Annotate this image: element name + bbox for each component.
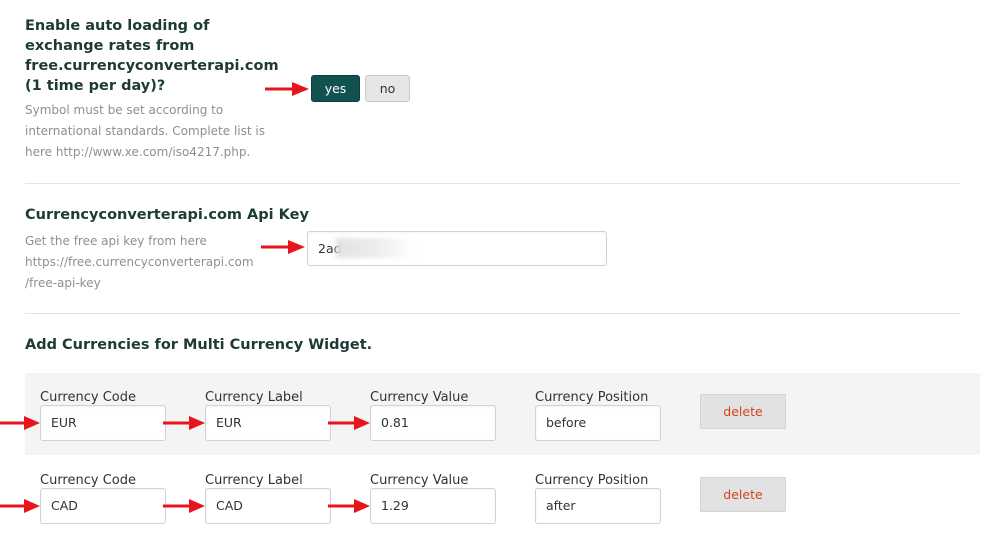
currency-code-value: CAD [51, 498, 78, 513]
delete-button[interactable]: delete [700, 477, 786, 512]
arrow-icon [163, 416, 205, 430]
section-divider [25, 313, 960, 314]
currency-value-value: 0.81 [381, 415, 409, 430]
currency-position-label: Currency Position [535, 473, 649, 488]
currency-value-input[interactable]: 1.29 [370, 488, 496, 524]
section-divider [25, 183, 960, 184]
api-key-description: Get the free api key from here https://f… [25, 234, 254, 290]
arrow-icon [163, 499, 205, 513]
currency-code-label: Currency Code [40, 390, 136, 405]
auto-loading-description: Symbol must be set according to internat… [25, 103, 265, 159]
arrow-icon [328, 499, 370, 513]
yes-button[interactable]: yes [311, 75, 360, 102]
arrow-icon [0, 499, 40, 513]
no-button[interactable]: no [365, 75, 410, 102]
currency-label-value: EUR [216, 415, 242, 430]
currency-position-input[interactable]: after [535, 488, 661, 524]
currency-value-input[interactable]: 0.81 [370, 405, 496, 441]
currency-code-value: EUR [51, 415, 77, 430]
currency-value-label: Currency Value [370, 473, 469, 488]
currency-position-value: after [546, 498, 576, 513]
arrow-icon [0, 416, 40, 430]
currency-row [25, 373, 980, 455]
currency-value-label: Currency Value [370, 390, 469, 405]
currencies-title: Add Currencies for Multi Currency Widget… [25, 337, 373, 353]
currency-label-input[interactable]: EUR [205, 405, 331, 441]
currency-value-value: 1.29 [381, 498, 409, 513]
currency-position-input[interactable]: before [535, 405, 661, 441]
currency-label-value: CAD [216, 498, 243, 513]
currency-code-label: Currency Code [40, 473, 136, 488]
currency-code-input[interactable]: EUR [40, 405, 166, 441]
arrow-icon [328, 416, 370, 430]
arrow-icon [261, 240, 305, 254]
delete-button[interactable]: delete [700, 394, 786, 429]
currency-label-input[interactable]: CAD [205, 488, 331, 524]
currency-position-value: before [546, 415, 587, 430]
api-key-title: Currencyconverterapi.com Api Key [25, 207, 309, 223]
arrow-icon [265, 82, 309, 96]
currency-code-input[interactable]: CAD [40, 488, 166, 524]
currency-label-label: Currency Label [205, 390, 303, 405]
redacted-blur [336, 238, 414, 258]
currency-label-label: Currency Label [205, 473, 303, 488]
currency-position-label: Currency Position [535, 390, 649, 405]
auto-loading-title: Enable auto loading of exchange rates fr… [25, 18, 279, 94]
